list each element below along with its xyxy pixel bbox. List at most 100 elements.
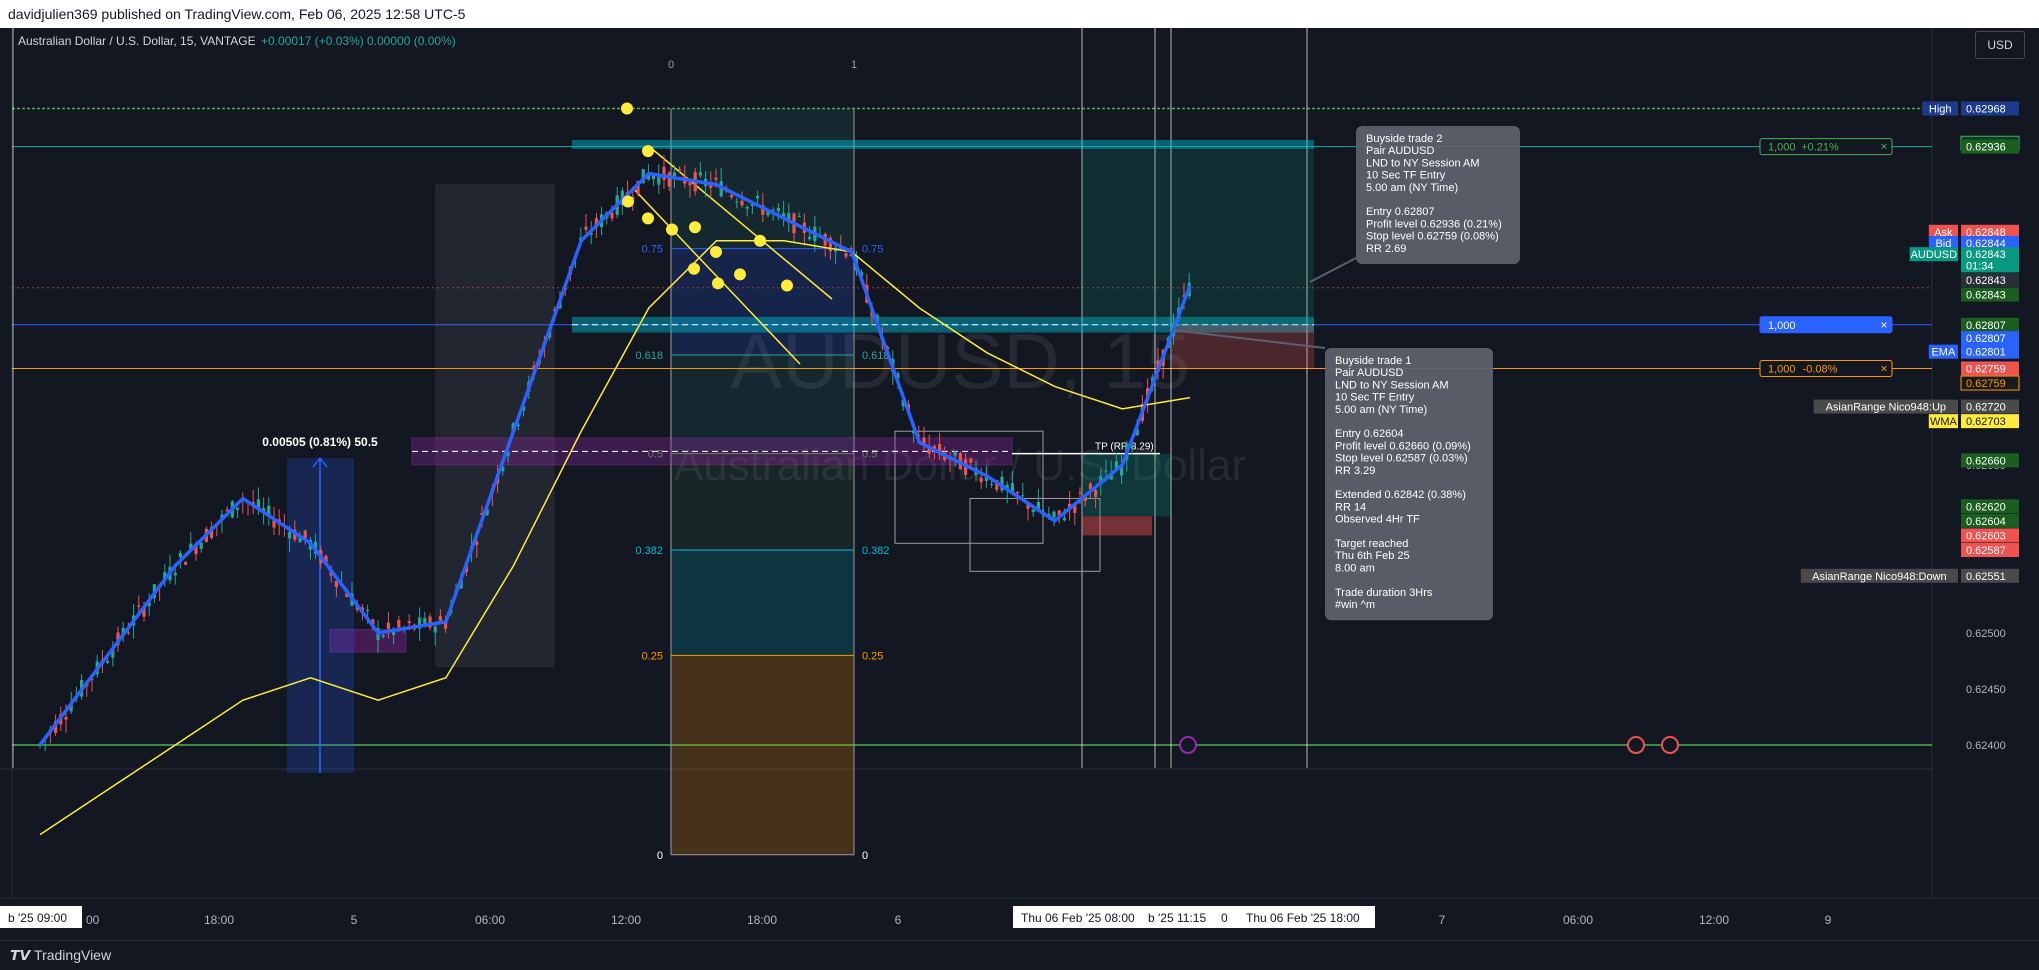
price-value: 0.62587 [1966, 545, 2006, 557]
signal-marker [622, 195, 634, 208]
time-tick: 18:00 [747, 913, 777, 927]
price-value: 0.62604 [1966, 516, 2006, 528]
candle-body [433, 626, 437, 633]
fib-level-label-left: 0.75 [642, 244, 663, 256]
price-label: 0.62587 [1961, 543, 2019, 558]
time-tick-partial: 00 [86, 913, 100, 927]
position-tool-label: 1,000 +0.06% × [1759, 316, 1893, 334]
fib-level-label-left: 0.25 [642, 650, 663, 662]
signal-marker [710, 245, 722, 258]
note-line: 10 Sec TF Entry [1366, 170, 1446, 182]
price-label: 0.62720 AsianRange Nico948:Up [1813, 399, 2019, 414]
price-label: 0.62703 WMA [1928, 414, 2019, 429]
price-value: 0.62843 [1966, 290, 2006, 302]
fib-level-label-left: 0.382 [635, 545, 663, 557]
note-line: Buyside trade 1 [1335, 355, 1411, 367]
event-icon [1179, 735, 1197, 754]
position-tool-label: 1,000 -0.08% × [1759, 359, 1893, 377]
note-line: LND to NY Session AM [1366, 157, 1480, 169]
note-line: Trade duration 3Hrs [1335, 587, 1433, 599]
signal-marker [781, 279, 793, 292]
fib-level-label-left: 0.618 [635, 350, 663, 362]
position-tool-qty: 1,000 [1768, 363, 1796, 375]
price-label: 0.62759 [1960, 375, 2020, 391]
position-tool-qty: 1,000 [1768, 142, 1796, 154]
time-tick: 6 [895, 913, 902, 927]
note-line: Profit level 0.62936 (0.21%) [1366, 218, 1502, 230]
candle-body [797, 216, 801, 218]
price-value: 0.62968 [1966, 104, 2006, 116]
price-label: 0.62936 [1961, 139, 2019, 154]
candle-body [776, 207, 780, 212]
time-tick: 12:00 [611, 913, 641, 927]
fib-zone-382 [671, 550, 854, 656]
candle-body [662, 166, 666, 180]
signal-marker [734, 268, 746, 281]
candle-body [688, 182, 692, 186]
candle-body [386, 622, 390, 629]
price-label: 0.62843 [1961, 287, 2019, 302]
time-tick: 06:00 [1563, 913, 1593, 927]
price-label: 0.62604 [1961, 513, 2019, 528]
note-line: RR 14 [1335, 501, 1366, 513]
fib-zone-25 [671, 655, 854, 855]
candle-body [808, 236, 812, 240]
close-icon: × [1880, 361, 1887, 375]
note-line: #win ^m [1335, 599, 1375, 611]
signal-marker [642, 212, 654, 225]
time-range-label: Thu 06 Feb '25 18:00 [1246, 911, 1360, 925]
signal-marker [688, 262, 700, 275]
candle-body [678, 169, 682, 171]
price-tick: 0.62400 [1966, 740, 2006, 752]
price-value: 0.62620 [1966, 501, 2006, 513]
note-line: Pair AUDUSD [1335, 367, 1404, 379]
price-tag: AUDUSD [1911, 249, 1958, 261]
candle-body [1062, 517, 1066, 521]
position-loss-zone [1172, 324, 1314, 369]
tp-label: TP (RR 3.29) [1095, 442, 1154, 453]
footer-bar: 𝙏𝙑 TradingView [0, 940, 2039, 970]
candle-body [740, 200, 744, 206]
chart-change: +0.00017 (+0.03%) [261, 34, 364, 48]
candle-body [1094, 490, 1098, 497]
candle-body [844, 253, 848, 257]
chart-symbol-line: Australian Dollar / U.S. Dollar, 15, VAN… [18, 34, 256, 48]
note-line: Entry 0.62807 [1366, 206, 1435, 218]
note-line: Profit level 0.62660 (0.09%) [1335, 440, 1471, 452]
candle-body [667, 172, 671, 187]
candle-body [714, 177, 718, 180]
fib-zone-75 [671, 248, 854, 356]
price-value: 0.62801 [1966, 347, 2006, 359]
signal-marker [666, 223, 678, 236]
position-tool-pct: +0.21% [1801, 142, 1839, 154]
price-value: 0.62720 [1966, 402, 2006, 414]
note-line: Target reached [1335, 538, 1408, 550]
price-value: 0.62759 [1966, 363, 2006, 375]
candle-body [106, 660, 110, 663]
note-line: Extended 0.62842 (0.38%) [1335, 489, 1466, 501]
price-label: 0.62603 [1961, 528, 2019, 543]
price-label: 01:34 [1961, 258, 2019, 273]
candle-body [745, 206, 749, 209]
candle-body [184, 562, 188, 565]
price-value: 0.62660 [1966, 455, 2006, 467]
fib-level-label-right: 0.75 [862, 244, 883, 256]
note-line: Pair AUDUSD [1366, 145, 1435, 157]
note-line: Entry 0.62604 [1335, 428, 1404, 440]
time-tick-partial: b '25 09:00 [8, 911, 67, 925]
candle-body [1104, 470, 1108, 472]
candle-body [953, 451, 957, 456]
event-icon [1627, 735, 1645, 754]
candle-body [64, 717, 68, 720]
candle-body [698, 172, 702, 176]
candle-body [1021, 495, 1025, 497]
fib-level-label-right: 0.25 [862, 650, 883, 662]
candle-body [584, 226, 588, 230]
signal-marker [621, 102, 633, 115]
currency-button[interactable]: USD [1975, 31, 2025, 59]
price-chart[interactable]: AUDUSD, 15 Australian Dollar / U.S. Doll… [0, 28, 2039, 940]
publisher-bar: davidjulien369 published on TradingView.… [0, 0, 2039, 28]
footer-brand[interactable]: TradingView [34, 947, 111, 963]
tradingview-logo-icon[interactable]: 𝙏𝙑 [10, 941, 30, 970]
candle-body [236, 507, 240, 511]
